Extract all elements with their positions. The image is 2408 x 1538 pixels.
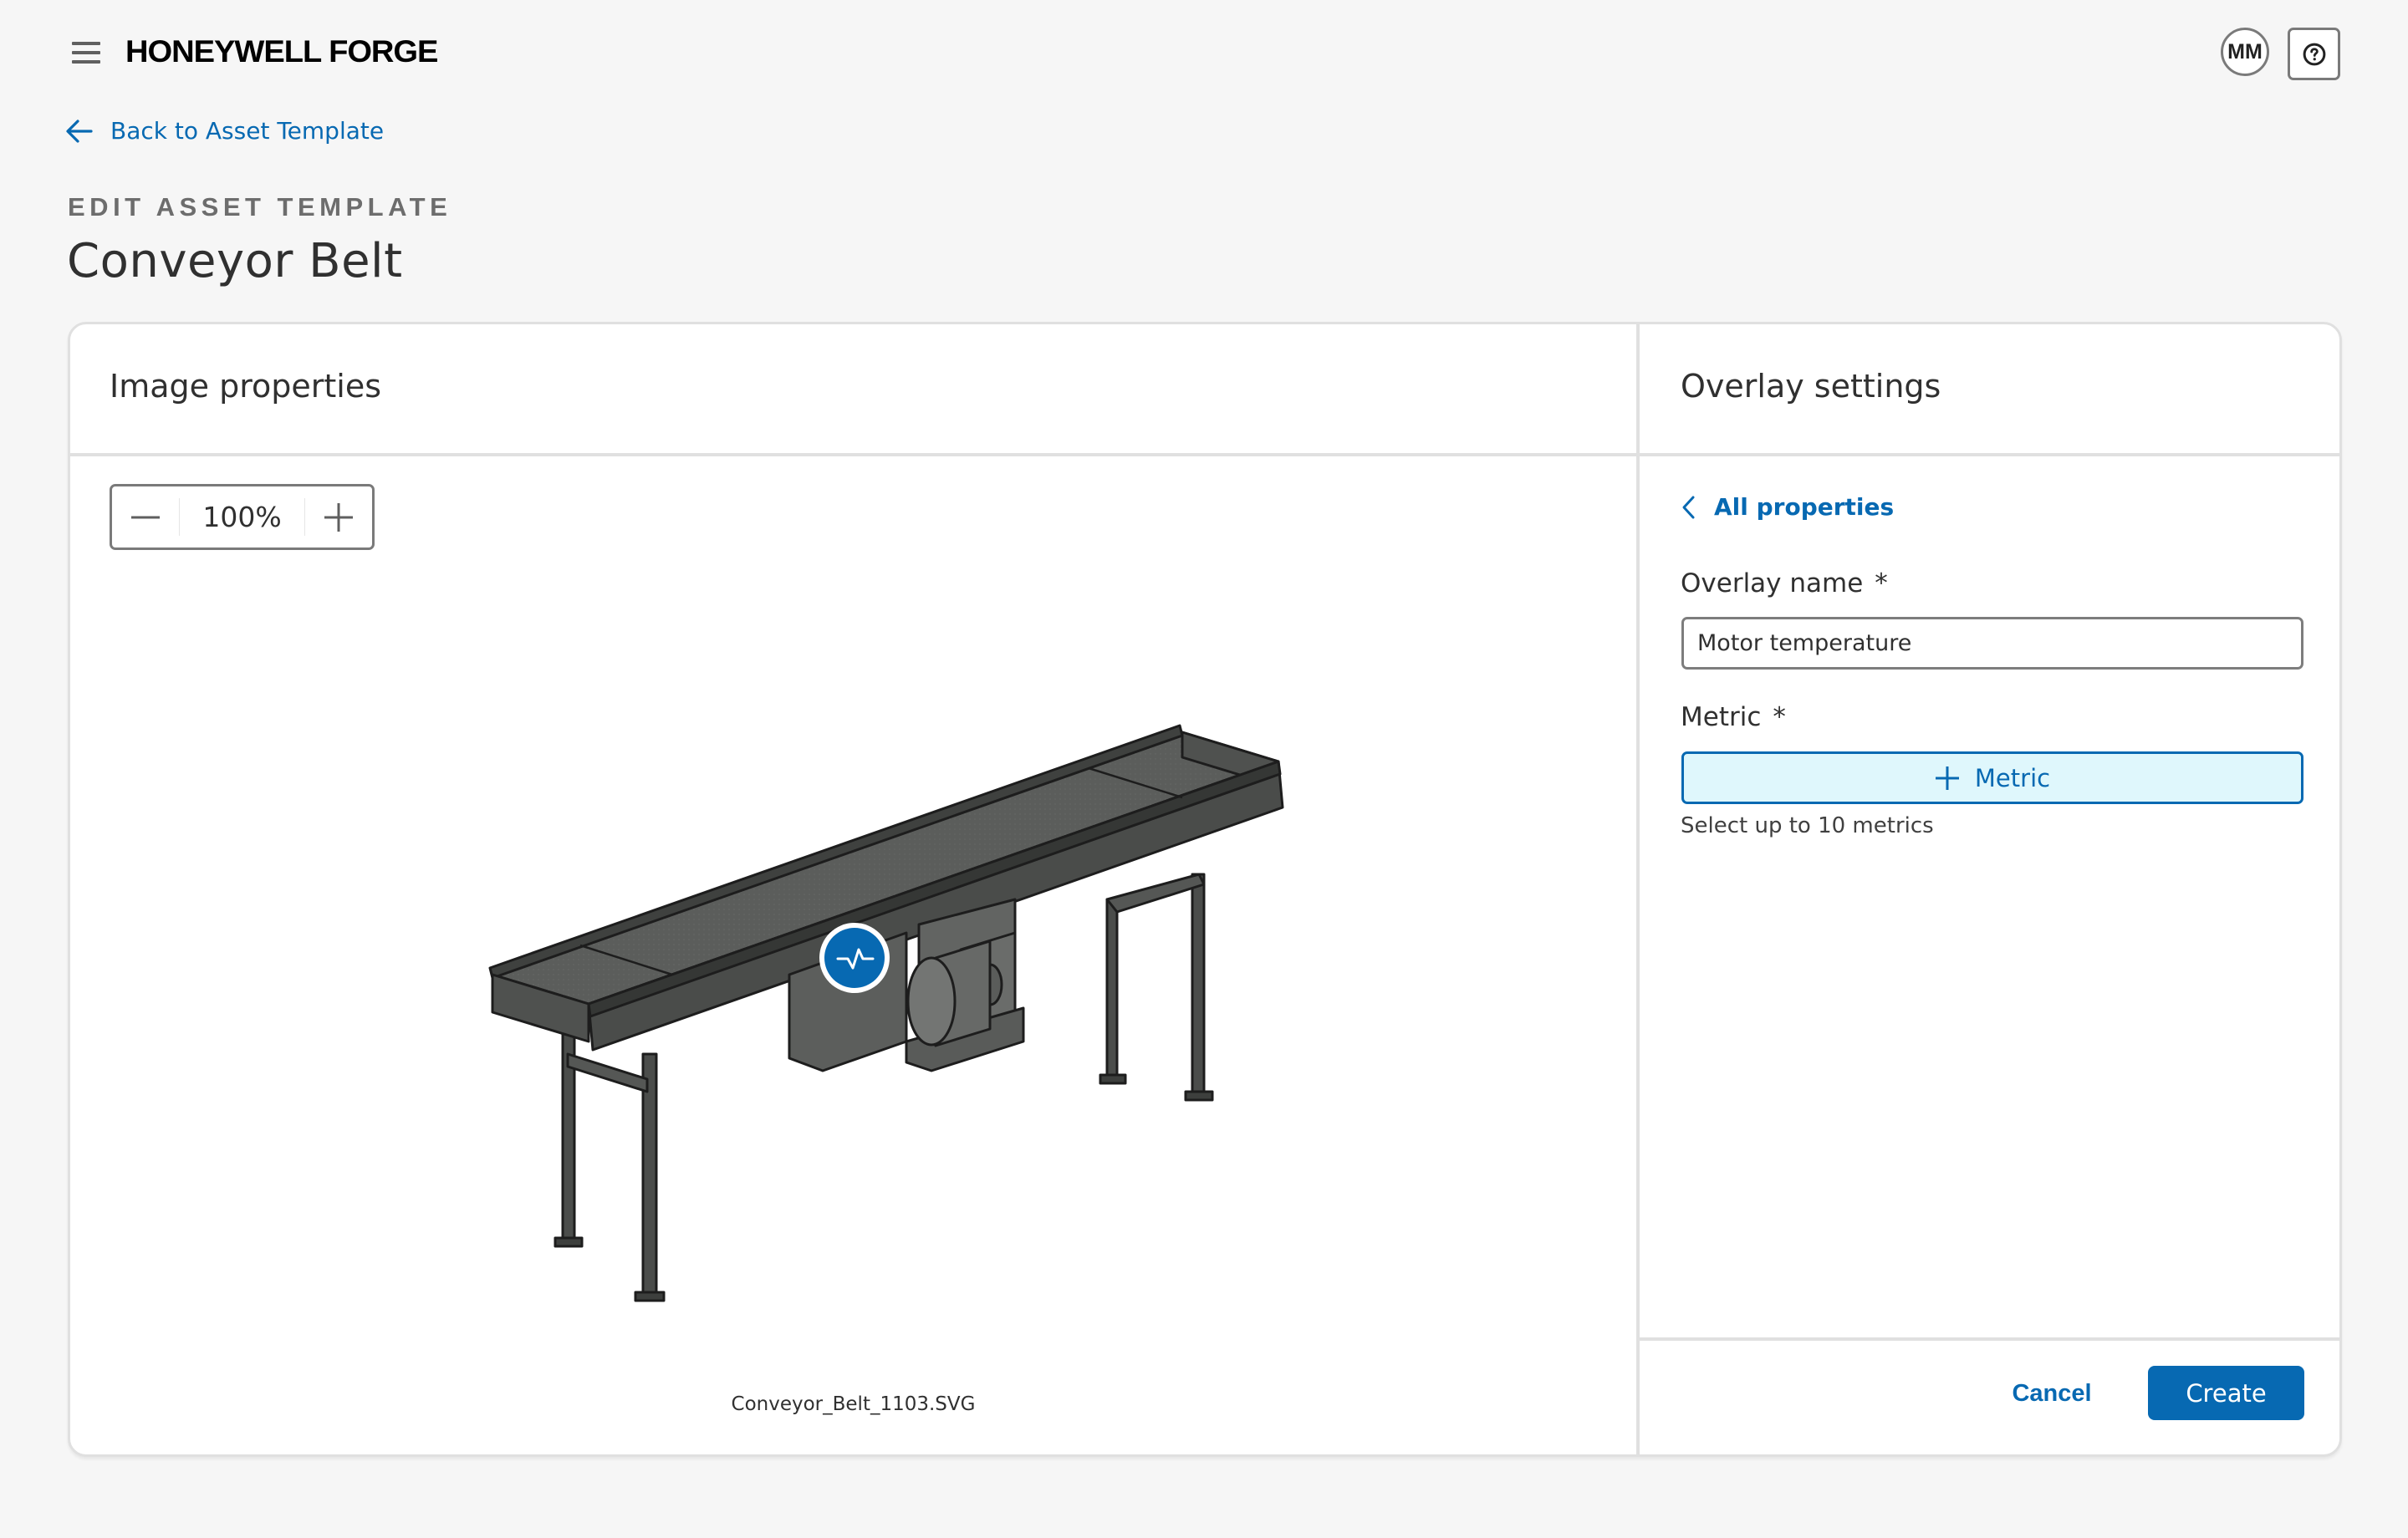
overlay-name-label-text: Overlay name	[1681, 568, 1864, 598]
page-eyebrow: EDIT ASSET TEMPLATE	[68, 192, 452, 222]
add-metric-button[interactable]: Metric	[1681, 751, 2303, 804]
hamburger-icon-bar	[72, 51, 100, 54]
arrow-left-icon	[66, 119, 93, 143]
zoom-in-button[interactable]	[305, 486, 372, 547]
user-avatar[interactable]: MM	[2221, 28, 2269, 76]
required-marker: *	[1875, 568, 1888, 598]
brand-logo: HONEYWELL FORGE	[125, 34, 438, 69]
zoom-level: 100%	[202, 501, 282, 533]
menu-button[interactable]	[70, 40, 104, 65]
hamburger-icon-bar	[72, 60, 100, 64]
metric-helper-text: Select up to 10 metrics	[1681, 813, 1934, 838]
add-metric-label: Metric	[1974, 763, 2051, 792]
all-properties-link[interactable]: All properties	[1681, 493, 1894, 521]
create-button[interactable]: Create	[2148, 1366, 2304, 1420]
asset-image-canvas[interactable]	[70, 456, 1636, 1376]
edit-template-card: Image properties 100% Conveyor_Belt_1103…	[68, 322, 2342, 1457]
overlay-name-input[interactable]	[1681, 617, 2303, 670]
minus-icon	[131, 516, 160, 518]
footer-divider	[1640, 1337, 2339, 1341]
overlay-name-label: Overlay name *	[1681, 568, 1888, 598]
plus-icon	[1935, 766, 1959, 790]
chevron-left-icon	[1682, 496, 1695, 518]
image-filename: Conveyor_Belt_1103.SVG	[731, 1393, 976, 1415]
plus-icon	[324, 502, 353, 532]
panel-divider	[1636, 324, 1640, 1454]
image-properties-title: Image properties	[110, 368, 382, 405]
page-title: Conveyor Belt	[67, 234, 403, 288]
overlay-marker[interactable]	[819, 923, 890, 993]
metric-label-text: Metric	[1681, 702, 1762, 732]
help-button[interactable]	[2288, 28, 2340, 80]
required-marker: *	[1773, 702, 1786, 732]
all-properties-label: All properties	[1714, 493, 1895, 521]
header-divider	[1640, 453, 2339, 456]
back-to-asset-template-link[interactable]: Back to Asset Template	[65, 117, 384, 145]
conveyor-belt-illustration	[488, 724, 1284, 1302]
help-circle-icon	[2303, 43, 2325, 65]
back-link-label: Back to Asset Template	[110, 117, 385, 145]
cancel-button[interactable]: Cancel	[1985, 1366, 2119, 1421]
zoom-control: 100%	[110, 484, 375, 550]
overlay-settings-title: Overlay settings	[1681, 368, 1941, 405]
zoom-out-button[interactable]	[112, 486, 179, 547]
hamburger-icon	[72, 42, 100, 45]
metric-label: Metric *	[1681, 702, 1786, 732]
